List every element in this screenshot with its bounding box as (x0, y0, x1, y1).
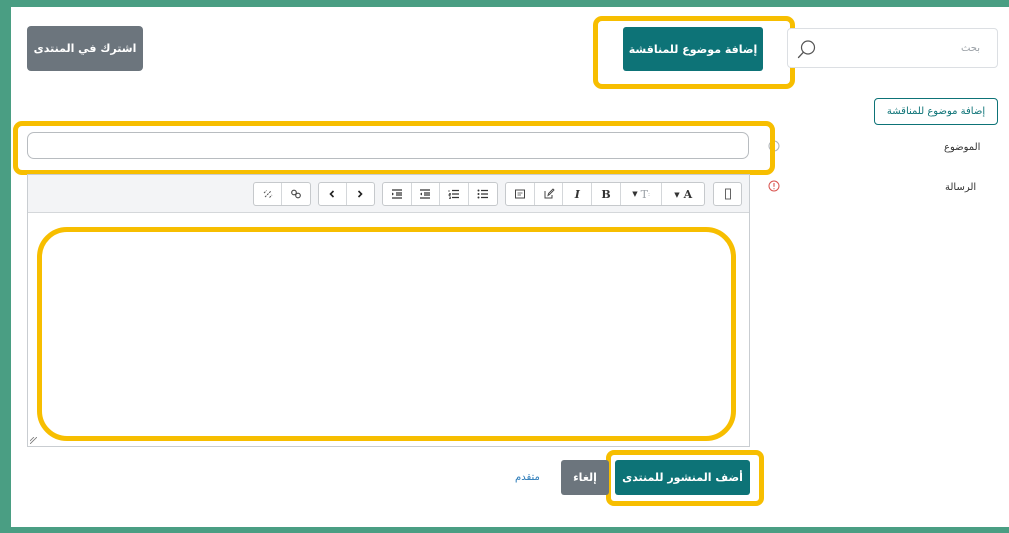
editor-content-area[interactable] (28, 214, 749, 446)
font-color-dropdown[interactable]: ▼ A (662, 183, 704, 205)
toolbar-group-direction (318, 182, 375, 206)
font-color-icon: A (683, 187, 693, 201)
toolbar-group-view (713, 182, 742, 206)
indent-icon[interactable] (383, 183, 412, 205)
font-size-dropdown[interactable]: ▼ T: (621, 183, 663, 205)
font-size-icon: T (640, 187, 649, 201)
add-post-button[interactable]: أضف المنشور للمنتدى (615, 460, 750, 495)
add-discussion-topic-outline-button[interactable]: إضافة موضوع للمناقشة (874, 98, 998, 125)
expand-icon[interactable] (714, 183, 741, 205)
unlink-icon[interactable] (254, 183, 282, 205)
message-label: الرسالة (945, 182, 977, 193)
info-icon (768, 140, 780, 152)
bold-button[interactable]: B (592, 183, 621, 205)
toolbar-group-formatting: I B ▼ T: ▼ A (505, 182, 705, 206)
link-icon[interactable] (282, 183, 310, 205)
search-input[interactable] (822, 33, 994, 63)
message-editor: I B ▼ T: ▼ A (27, 174, 750, 447)
subject-input[interactable] (27, 132, 749, 159)
advanced-link[interactable]: متقدم (515, 472, 540, 483)
subject-label: الموضوع (944, 142, 981, 153)
toolbar-group-links (253, 182, 311, 206)
cancel-button[interactable]: إلغاء (561, 460, 609, 495)
media-icon[interactable] (506, 183, 535, 205)
chevron-left-icon[interactable] (319, 183, 347, 205)
bullet-list-icon[interactable] (469, 183, 497, 205)
outdent-icon[interactable] (412, 183, 440, 205)
required-icon (768, 180, 780, 192)
caret-down-icon: ▼ (632, 190, 638, 198)
search-icon[interactable] (797, 39, 817, 59)
ordered-list-icon[interactable] (440, 183, 469, 205)
italic-button[interactable]: I (563, 183, 593, 205)
toolbar-group-lists (382, 182, 498, 206)
resize-handle-icon[interactable] (30, 437, 37, 444)
add-discussion-topic-button[interactable]: إضافة موضوع للمناقشة (623, 27, 763, 71)
search-box (787, 28, 998, 68)
subscribe-forum-button[interactable]: اشترك في المنتدى (27, 26, 143, 71)
edit-icon[interactable] (535, 183, 564, 205)
editor-toolbar: I B ▼ T: ▼ A (28, 175, 749, 213)
chevron-right-icon[interactable] (347, 183, 374, 205)
caret-down-icon: ▼ (674, 189, 680, 199)
